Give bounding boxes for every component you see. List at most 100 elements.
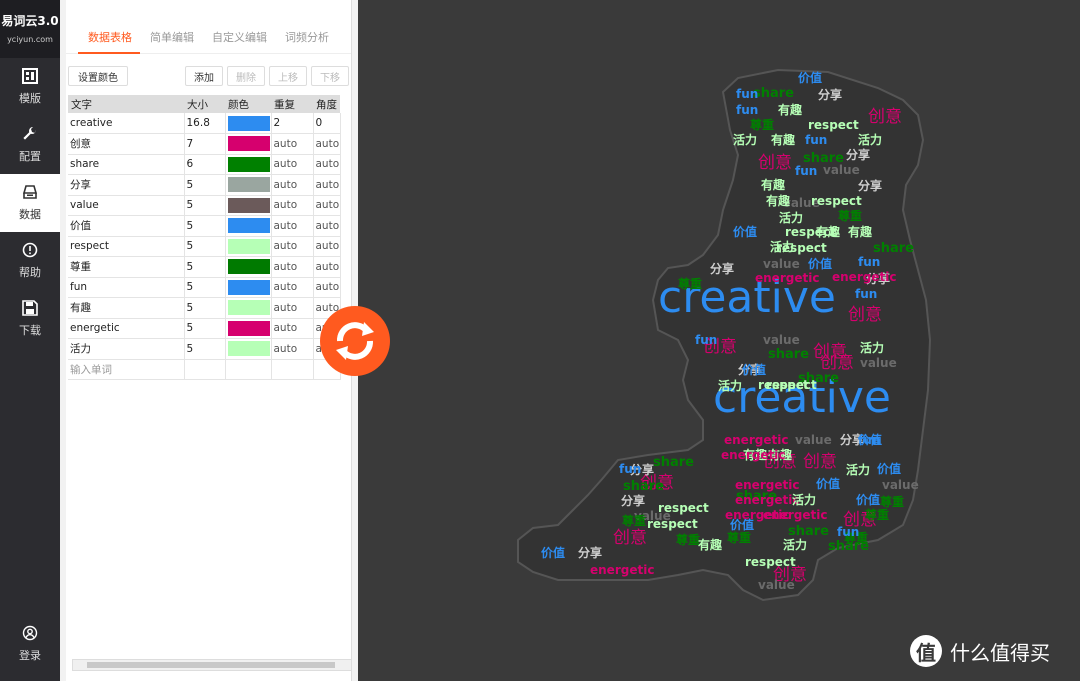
cell-size[interactable]: 16.8 <box>184 113 226 134</box>
cell-angle[interactable]: auto <box>313 154 341 175</box>
move-down-button[interactable]: 下移 <box>311 66 349 86</box>
cell-color[interactable] <box>225 133 272 155</box>
cell-word[interactable]: 价值 <box>68 215 185 237</box>
cell-color[interactable] <box>225 256 272 278</box>
color-swatch[interactable] <box>227 177 270 193</box>
color-swatch[interactable] <box>227 136 270 152</box>
add-button[interactable]: 添加 <box>185 66 223 86</box>
cell-size[interactable]: 5 <box>184 256 226 278</box>
cell-angle[interactable]: auto <box>313 277 341 298</box>
cell-color[interactable] <box>225 236 272 257</box>
cell-size[interactable]: 5 <box>184 215 226 237</box>
table-row[interactable]: fun 5 auto auto <box>68 277 341 298</box>
tab-custom-edit[interactable]: 自定义编辑 <box>202 0 275 53</box>
table-row[interactable]: respect 5 auto auto <box>68 236 341 257</box>
cell-color[interactable] <box>225 277 272 298</box>
table-row[interactable]: 尊重 5 auto auto <box>68 256 341 278</box>
cell-word[interactable]: 分享 <box>68 174 185 196</box>
new-word-cell[interactable] <box>225 359 272 380</box>
sidebar-item-template[interactable]: 模版 <box>0 58 60 116</box>
cell-word[interactable]: creative <box>68 113 185 134</box>
cell-word[interactable]: energetic <box>68 318 185 339</box>
cell-size[interactable]: 5 <box>184 195 226 216</box>
color-swatch[interactable] <box>227 218 270 234</box>
table-row[interactable]: 分享 5 auto auto <box>68 174 341 196</box>
cell-size[interactable]: 7 <box>184 133 226 155</box>
cell-angle[interactable]: auto <box>313 236 341 257</box>
cell-repeat[interactable]: auto <box>271 133 314 155</box>
cell-angle[interactable]: auto <box>313 256 341 278</box>
cell-angle[interactable]: 0 <box>313 113 341 134</box>
cell-repeat[interactable]: auto <box>271 236 314 257</box>
cell-color[interactable] <box>225 154 272 175</box>
cell-size[interactable]: 5 <box>184 174 226 196</box>
cell-color[interactable] <box>225 297 272 319</box>
sidebar-item-help[interactable]: 帮助 <box>0 232 60 290</box>
cell-color[interactable] <box>225 338 272 360</box>
color-swatch[interactable] <box>227 341 270 357</box>
new-word-input[interactable]: 输入单词 <box>68 359 185 380</box>
table-row[interactable]: energetic5autoauto <box>68 318 341 339</box>
cell-color[interactable] <box>225 174 272 196</box>
cell-repeat[interactable]: auto <box>271 297 314 319</box>
cell-repeat[interactable]: auto <box>271 338 314 360</box>
cell-angle[interactable]: auto <box>313 133 341 155</box>
set-color-button[interactable]: 设置颜色 <box>68 66 128 86</box>
cell-word[interactable]: fun <box>68 277 185 298</box>
new-word-row[interactable]: 输入单词 <box>68 359 341 380</box>
sidebar-item-data[interactable]: 数据 <box>0 174 60 232</box>
cell-repeat[interactable]: auto <box>271 256 314 278</box>
cell-angle[interactable]: auto <box>313 215 341 237</box>
cell-word[interactable]: 尊重 <box>68 256 185 278</box>
cell-repeat[interactable]: auto <box>271 174 314 196</box>
new-word-cell[interactable] <box>184 359 226 380</box>
cell-word[interactable]: value <box>68 195 185 216</box>
cell-color[interactable] <box>225 195 272 216</box>
cell-angle[interactable]: auto <box>313 195 341 216</box>
cell-angle[interactable]: auto <box>313 174 341 196</box>
cell-word[interactable]: 有趣 <box>68 297 185 319</box>
cell-word[interactable]: share <box>68 154 185 175</box>
cell-size[interactable]: 5 <box>184 277 226 298</box>
cell-size[interactable]: 5 <box>184 318 226 339</box>
cell-repeat[interactable]: auto <box>271 215 314 237</box>
color-swatch[interactable] <box>227 320 270 336</box>
horizontal-scrollbar[interactable] <box>72 659 352 671</box>
move-up-button[interactable]: 上移 <box>269 66 307 86</box>
refresh-button[interactable] <box>320 306 390 376</box>
cell-size[interactable]: 5 <box>184 297 226 319</box>
cell-size[interactable]: 5 <box>184 338 226 360</box>
cell-color[interactable] <box>225 215 272 237</box>
cell-word[interactable]: 创意 <box>68 133 185 155</box>
tab-word-frequency[interactable]: 词频分析 <box>275 0 337 53</box>
delete-button[interactable]: 删除 <box>227 66 265 86</box>
table-row[interactable]: creative 16.8 2 0 <box>68 113 341 134</box>
table-row[interactable]: share 6 auto auto <box>68 154 341 175</box>
color-swatch[interactable] <box>227 238 270 254</box>
cell-word[interactable]: respect <box>68 236 185 257</box>
cell-color[interactable] <box>225 113 272 134</box>
color-swatch[interactable] <box>227 279 270 295</box>
color-swatch[interactable] <box>227 300 270 316</box>
color-swatch[interactable] <box>227 197 270 213</box>
color-swatch[interactable] <box>227 259 270 275</box>
cell-repeat[interactable]: 2 <box>271 113 314 134</box>
table-row[interactable]: 创意 7 auto auto <box>68 133 341 155</box>
sidebar-item-download[interactable]: 下载 <box>0 290 60 348</box>
cell-word[interactable]: 活力 <box>68 338 185 360</box>
sidebar-item-config[interactable]: 配置 <box>0 116 60 174</box>
sidebar-item-login[interactable]: 登录 <box>0 615 60 673</box>
cell-repeat[interactable]: auto <box>271 195 314 216</box>
table-row[interactable]: 价值 5 auto auto <box>68 215 341 237</box>
tab-simple-edit[interactable]: 简单编辑 <box>140 0 202 53</box>
cell-repeat[interactable]: auto <box>271 277 314 298</box>
cell-repeat[interactable]: auto <box>271 154 314 175</box>
cell-repeat[interactable]: auto <box>271 318 314 339</box>
color-swatch[interactable] <box>227 156 270 172</box>
tab-data-table[interactable]: 数据表格 <box>78 0 140 54</box>
table-row[interactable]: value 5 auto auto <box>68 195 341 216</box>
table-row[interactable]: 活力5autoauto <box>68 338 341 360</box>
new-word-cell[interactable] <box>271 359 314 380</box>
table-row[interactable]: 有趣 5 auto auto <box>68 297 341 319</box>
cell-color[interactable] <box>225 318 272 339</box>
